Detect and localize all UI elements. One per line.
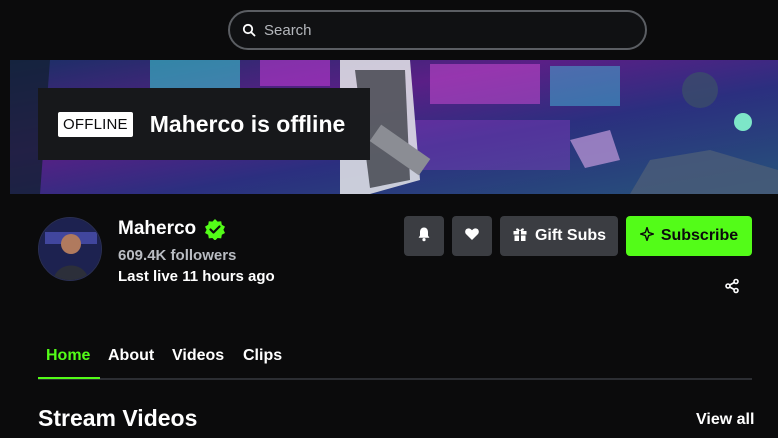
gift-subs-button[interactable]: Gift Subs	[500, 216, 618, 256]
search-input[interactable]	[264, 21, 624, 39]
offline-badge: OFFLINE	[58, 111, 133, 137]
subscribe-label: Subscribe	[660, 227, 739, 244]
gift-subs-label: Gift Subs	[534, 227, 607, 244]
bell-icon	[416, 226, 432, 247]
offline-card: OFFLINE Maherco is offline	[38, 88, 370, 160]
avatar-image	[39, 218, 101, 280]
offline-message: Maherco is offline	[149, 110, 346, 137]
tab-about[interactable]: About	[108, 347, 154, 365]
subscribe-button[interactable]: Subscribe	[626, 216, 752, 256]
share-icon[interactable]	[724, 278, 740, 294]
search-icon	[242, 23, 256, 37]
view-all-link[interactable]: View all	[696, 411, 754, 429]
section-title: Stream Videos	[38, 405, 198, 431]
follower-count: 609.4K followers	[118, 247, 237, 264]
channel-name-row: Maherco	[118, 218, 226, 240]
verified-icon	[204, 218, 226, 240]
gift-icon	[512, 226, 528, 247]
search-bar[interactable]	[228, 10, 647, 50]
active-tab-indicator	[38, 377, 100, 379]
top-bar	[0, 0, 778, 60]
channel-tabs: Home About Videos Clips	[38, 340, 752, 380]
avatar[interactable]	[38, 217, 102, 281]
tab-home[interactable]: Home	[46, 347, 90, 365]
tab-clips[interactable]: Clips	[243, 347, 282, 365]
last-live: Last live 11 hours ago	[118, 268, 275, 285]
tab-videos[interactable]: Videos	[172, 347, 224, 365]
follow-button[interactable]	[452, 216, 492, 256]
sparkle-icon	[639, 226, 655, 246]
channel-name[interactable]: Maherco	[118, 218, 196, 240]
heart-icon	[464, 226, 480, 247]
notifications-button[interactable]	[404, 216, 444, 256]
